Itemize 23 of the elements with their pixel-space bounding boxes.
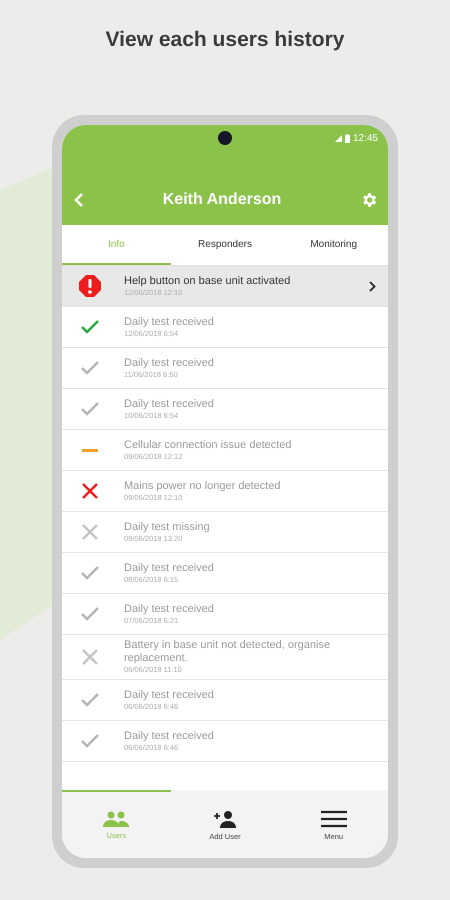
- camera-icon: [218, 131, 232, 145]
- status-time: 12:45: [352, 132, 378, 144]
- chevron-icon: [369, 280, 376, 292]
- menu-icon: [320, 810, 347, 828]
- event-title: Daily test received: [124, 398, 214, 410]
- headline: View each users history: [106, 28, 344, 52]
- event-title: Daily test received: [124, 562, 214, 574]
- event-title: Daily test received: [124, 688, 214, 702]
- event-title: Daily test received: [124, 602, 214, 616]
- battery-icon: [344, 134, 350, 142]
- event-title: Help button on base unit activated: [124, 274, 290, 288]
- event-title: Mains power no longer detected: [124, 480, 281, 492]
- back-icon[interactable]: [74, 192, 84, 208]
- event-title: Daily test received: [124, 316, 214, 328]
- header-title: Keith Anderson: [162, 191, 282, 209]
- event-title: Cellular connection issue detected: [124, 438, 292, 452]
- users-icon: [102, 810, 130, 826]
- event-title: Daily test received: [124, 356, 214, 370]
- event-title: Daily test received: [124, 730, 214, 742]
- add-user-icon: [212, 810, 238, 828]
- event-title: Daily test missing: [124, 520, 210, 534]
- signal-icon: [334, 134, 342, 142]
- event-title: Battery in base unit not detected, organise replacement.: [124, 639, 332, 665]
